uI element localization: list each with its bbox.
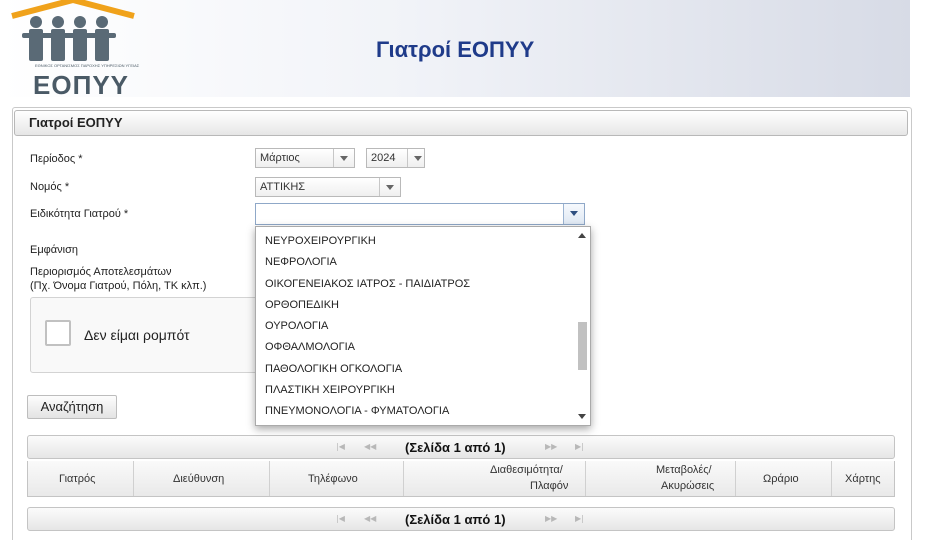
specialty-label: Ειδικότητα Γιατρού *: [30, 208, 129, 220]
captcha-checkbox[interactable]: [45, 320, 71, 346]
col-map[interactable]: Χάρτης: [832, 461, 894, 496]
dropdown-option[interactable]: ΠΝΕΥΜΟΝΟΛΟΓΙΑ - ΦΥΜΑΤΟΛΟΓΙΑ: [256, 401, 574, 422]
prev-page-icon[interactable]: ◀◀: [364, 442, 376, 451]
grid-pager-bottom: |◀ ◀◀ (Σελίδα 1 από 1) ▶▶ ▶|: [27, 507, 895, 531]
panel-title: Γιατροί ΕΟΠΥΥ: [29, 115, 123, 130]
scrollbar-thumb[interactable]: [578, 322, 587, 370]
col-doctor[interactable]: Γιατρός: [28, 461, 134, 496]
year-value: 2024: [371, 152, 396, 164]
last-page-icon[interactable]: ▶|: [575, 514, 584, 523]
grid-header: Γιατρός Διεύθυνση Τηλέφωνο Διαθεσιμότητα…: [27, 461, 895, 497]
display-label: Εμφάνιση: [30, 244, 79, 256]
page-indicator: (Σελίδα 1 από 1): [405, 512, 506, 527]
panel-header: [14, 110, 908, 136]
col-phone-label: Τηλέφωνο: [308, 473, 358, 485]
restriction-label: Περιορισμός Αποτελεσμάτων: [30, 266, 172, 278]
col-availability-label: Διαθεσιμότητα/: [490, 464, 563, 476]
scroll-up-icon[interactable]: [578, 233, 586, 238]
specialty-dropdown-list[interactable]: ΝΕΥΡΟΧΕΙΡΟΥΡΓΙΚΗ ΝΕΦΡΟΛΟΓΙΑ ΟΙΚΟΓΕΝΕΙΑΚΟ…: [255, 226, 591, 426]
dropdown-option[interactable]: ΟΙΚΟΓΕΝΕΙΑΚΟΣ ΙΑΤΡΟΣ - ΠΑΙΔΙΑΤΡΟΣ: [256, 274, 574, 295]
col-schedule-label: Ωράριο: [763, 473, 799, 485]
page-indicator: (Σελίδα 1 από 1): [405, 440, 506, 455]
first-page-icon[interactable]: |◀: [336, 442, 345, 451]
col-address-label: Διεύθυνση: [173, 473, 225, 485]
prefecture-value: ΑΤΤΙΚΗΣ: [260, 181, 306, 193]
col-map-label: Χάρτης: [845, 473, 881, 485]
col-changes-label: Μεταβολές/: [656, 464, 712, 476]
prev-page-icon[interactable]: ◀◀: [364, 514, 376, 523]
col-changes-label-2: Ακυρώσεις: [661, 480, 715, 492]
logo-figures-icon: [11, 0, 135, 61]
dropdown-option[interactable]: ΟΦΘΑΛΜΟΛΟΓΙΑ: [256, 337, 574, 358]
chevron-down-icon: [379, 178, 400, 196]
eopyy-logo: ΕΘΝΙΚΟΣ ΟΡΓΑΝΙΣΜΟΣ ΠΑΡΟΧΗΣ ΥΠΗΡΕΣΙΩΝ ΥΓΕ…: [8, 0, 140, 100]
search-button[interactable]: Αναζήτηση: [27, 395, 117, 419]
logo-text: ΕΟΠΥΥ: [33, 70, 130, 100]
chevron-down-icon: [563, 204, 584, 224]
specialty-select[interactable]: [255, 203, 585, 225]
month-select[interactable]: Μάρτιος: [255, 148, 355, 168]
scroll-down-icon[interactable]: [578, 414, 586, 419]
chevron-down-icon: [333, 149, 354, 167]
last-page-icon[interactable]: ▶|: [575, 442, 584, 451]
col-changes[interactable]: Μεταβολές/ Ακυρώσεις: [586, 461, 736, 496]
dropdown-scrollbar[interactable]: [574, 227, 590, 425]
year-select[interactable]: 2024: [366, 148, 425, 168]
next-page-icon[interactable]: ▶▶: [545, 514, 557, 523]
prefecture-select[interactable]: ΑΤΤΙΚΗΣ: [255, 177, 401, 197]
next-page-icon[interactable]: ▶▶: [545, 442, 557, 451]
dropdown-option[interactable]: ΠΛΑΣΤΙΚΗ ΧΕΙΡΟΥΡΓΙΚΗ: [256, 380, 574, 401]
restriction-hint: (Πχ. Όνομα Γιατρού, Πόλη, ΤΚ κλπ.): [30, 280, 207, 292]
chevron-down-icon: [407, 149, 424, 167]
col-availability[interactable]: Διαθεσιμότητα/ Πλαφόν: [404, 461, 586, 496]
captcha-label: Δεν είμαι ρομπότ: [84, 327, 190, 343]
recaptcha-widget: Δεν είμαι ρομπότ: [30, 297, 288, 373]
col-schedule[interactable]: Ωράριο: [736, 461, 832, 496]
logo-subtitle: ΕΘΝΙΚΟΣ ΟΡΓΑΝΙΣΜΟΣ ΠΑΡΟΧΗΣ ΥΠΗΡΕΣΙΩΝ ΥΓΕ…: [35, 63, 140, 68]
dropdown-option[interactable]: ΠΑΘΟΛΟΓΙΚΗ ΟΓΚΟΛΟΓΙΑ: [256, 359, 574, 380]
col-phone[interactable]: Τηλέφωνο: [270, 461, 404, 496]
dropdown-option[interactable]: ΝΕΦΡΟΛΟΓΙΑ: [256, 252, 574, 273]
prefecture-label: Νομός *: [30, 181, 70, 193]
dropdown-option[interactable]: ΟΥΡΟΛΟΓΙΑ: [256, 316, 574, 337]
dropdown-option[interactable]: ΟΡΘΟΠΕΔΙΚΗ: [256, 295, 574, 316]
dropdown-option[interactable]: ΝΕΥΡΟΧΕΙΡΟΥΡΓΙΚΗ: [256, 231, 574, 252]
site-title: Γιατροί ΕΟΠΥΥ: [376, 37, 535, 62]
page-header: ΕΘΝΙΚΟΣ ΟΡΓΑΝΙΣΜΟΣ ΠΑΡΟΧΗΣ ΥΠΗΡΕΣΙΩΝ ΥΓΕ…: [0, 0, 910, 100]
period-label: Περίοδος *: [30, 153, 83, 165]
month-value: Μάρτιος: [260, 152, 300, 164]
col-doctor-label: Γιατρός: [59, 473, 96, 485]
first-page-icon[interactable]: |◀: [336, 514, 345, 523]
grid-pager-top: |◀ ◀◀ (Σελίδα 1 από 1) ▶▶ ▶|: [27, 435, 895, 459]
col-address[interactable]: Διεύθυνση: [134, 461, 270, 496]
col-availability-label-2: Πλαφόν: [530, 480, 569, 492]
